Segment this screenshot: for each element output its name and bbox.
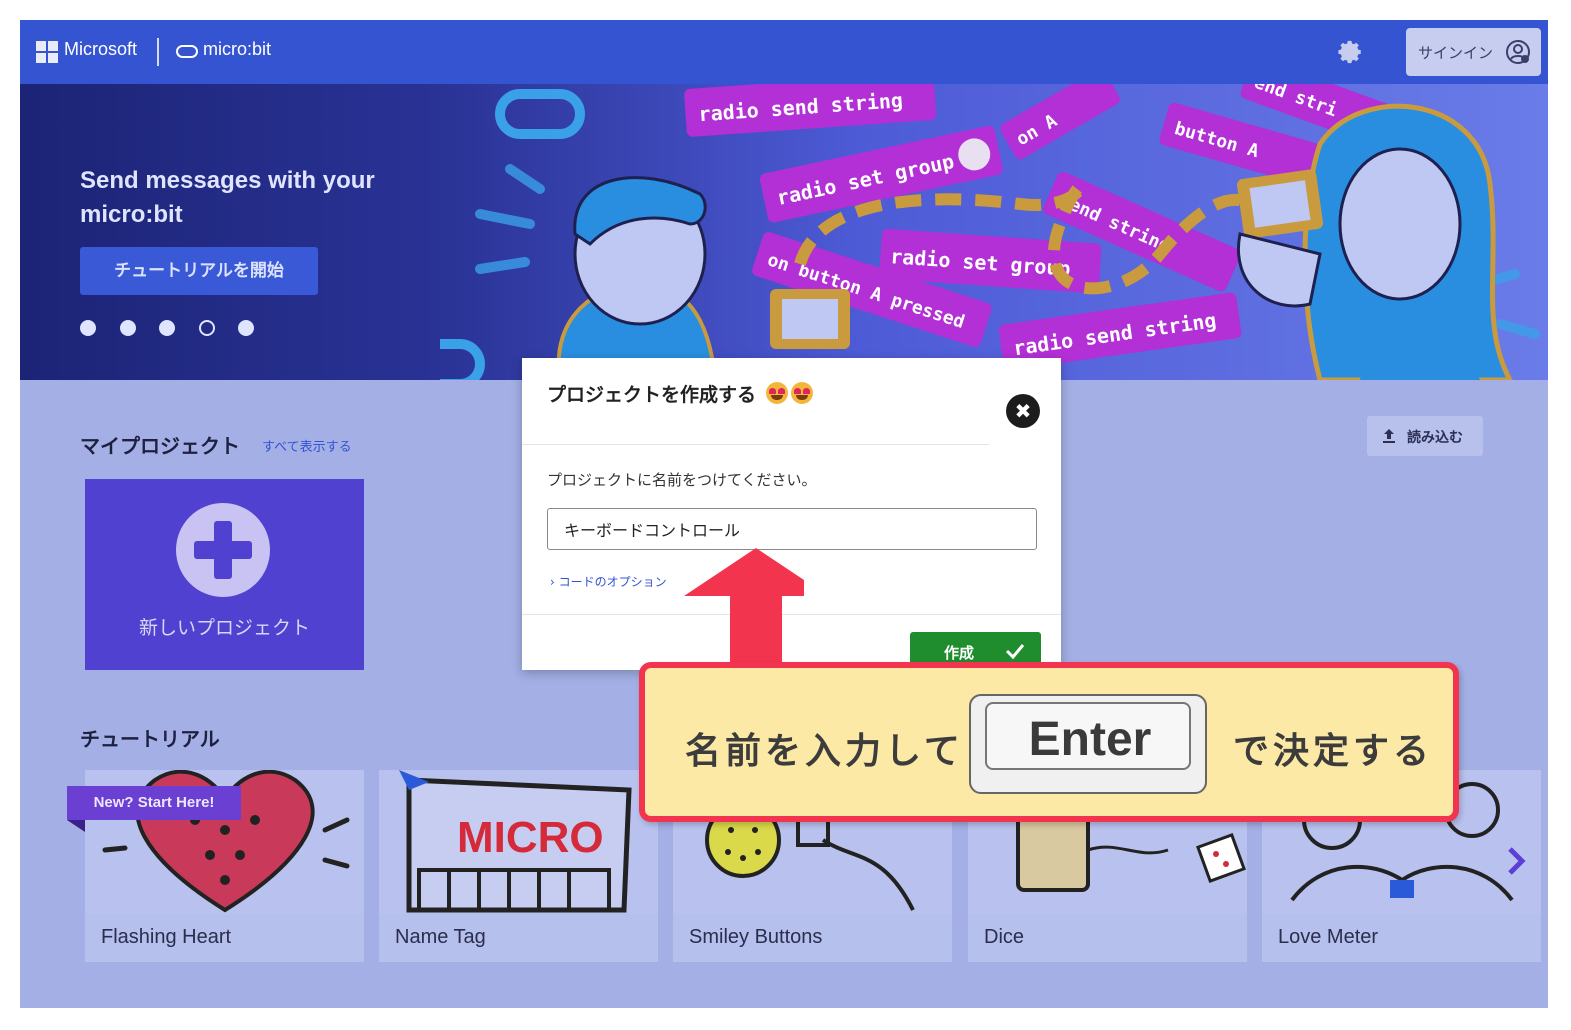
tutorials-title: チュートリアル xyxy=(80,727,220,751)
carousel-dot[interactable] xyxy=(238,320,254,336)
chevron-right-icon: › xyxy=(550,575,555,589)
dialog-title-text: プロジェクトを作成する xyxy=(547,384,757,406)
carousel-dot[interactable] xyxy=(159,320,175,336)
name-tag-thumbnail: MICRO xyxy=(379,770,658,914)
check-icon xyxy=(1005,644,1025,660)
show-all-link[interactable]: すべて表示する xyxy=(262,436,352,455)
hero-illustration: radio send string radio set group on but… xyxy=(440,84,1540,380)
new-start-here-badge: New? Start Here! xyxy=(67,786,241,820)
app-window: Microsoft micro:bit サインイン Send messages … xyxy=(20,20,1548,1008)
hero-title: Send messages with your micro:bit xyxy=(80,167,375,228)
tutorial-card-label: Flashing Heart xyxy=(101,926,232,948)
chevron-right-icon[interactable] xyxy=(1506,846,1526,876)
dialog-divider xyxy=(522,444,989,445)
carousel-dot-active[interactable] xyxy=(199,320,215,336)
dialog-title: プロジェクトを作成する xyxy=(547,380,813,407)
tutorial-card-label: Smiley Buttons xyxy=(689,926,823,948)
enter-key-icon: Enter xyxy=(969,694,1207,794)
microsoft-brand: Microsoft xyxy=(64,39,138,59)
callout-text-right: で決定する xyxy=(1233,731,1434,772)
plus-icon xyxy=(176,503,270,597)
code-options-label: コードのオプション xyxy=(558,575,667,589)
microbit-logo-icon xyxy=(176,45,198,58)
header-divider xyxy=(157,38,159,66)
carousel-dot[interactable] xyxy=(120,320,136,336)
gear-icon[interactable] xyxy=(1338,39,1364,65)
tutorial-card-label: Name Tag xyxy=(395,926,486,948)
signin-button[interactable]: サインイン xyxy=(1406,28,1541,76)
heart-eyes-emoji-icon xyxy=(765,382,788,404)
project-name-input[interactable] xyxy=(547,508,1037,550)
tutorial-card-label: Dice xyxy=(984,926,1025,948)
hero-banner: Send messages with your micro:bit チュートリア… xyxy=(20,84,1548,380)
tutorial-card-label: Love Meter xyxy=(1278,926,1379,948)
upload-icon xyxy=(1383,429,1395,443)
micro-text: MICRO xyxy=(457,813,604,862)
import-label: 読み込む xyxy=(1407,430,1463,446)
user-circle-icon xyxy=(1506,40,1530,64)
start-tutorial-button[interactable]: チュートリアルを開始 xyxy=(80,247,318,295)
carousel-dot[interactable] xyxy=(80,320,96,336)
microsoft-logo-icon xyxy=(36,41,58,63)
enter-key-face: Enter xyxy=(985,702,1191,770)
ribbon-fold xyxy=(67,820,85,832)
close-button[interactable]: ✖ xyxy=(1006,394,1040,428)
new-project-card[interactable]: 新しいプロジェクト xyxy=(85,479,364,670)
import-button[interactable]: 読み込む xyxy=(1367,416,1483,456)
heart-eyes-emoji-icon xyxy=(790,382,813,404)
enter-key-label: Enter xyxy=(1028,713,1152,766)
instruction-callout: 名前を入力して Enter で決定する xyxy=(639,662,1459,822)
create-label: 作成 xyxy=(944,644,975,662)
top-bar: Microsoft micro:bit サインイン xyxy=(20,20,1548,84)
signin-label: サインイン xyxy=(1418,44,1494,62)
my-projects-title: マイプロジェクト xyxy=(80,434,240,458)
tutorial-card[interactable]: MICRO Name Tag xyxy=(379,770,658,962)
name-prompt: プロジェクトに名前をつけてください。 xyxy=(547,471,817,489)
microbit-brand[interactable]: micro:bit xyxy=(203,39,271,60)
callout-text-left: 名前を入力して xyxy=(685,731,964,772)
code-options-toggle[interactable]: › コードのオプション xyxy=(550,573,667,590)
new-project-label: 新しいプロジェクト xyxy=(138,617,310,639)
